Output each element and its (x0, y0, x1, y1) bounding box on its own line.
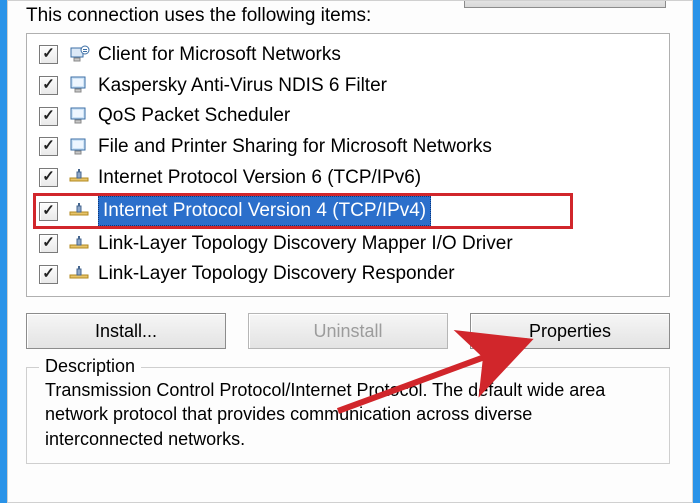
checkbox[interactable] (39, 76, 58, 95)
list-item[interactable]: Link-Layer Topology Discovery Mapper I/O… (33, 229, 663, 260)
list-item[interactable]: Internet Protocol Version 4 (TCP/IPv4) (33, 193, 573, 229)
dialog-window: This connection uses the following items… (0, 0, 700, 503)
list-item[interactable]: QoS Packet Scheduler (33, 101, 663, 132)
sched-icon (68, 105, 90, 127)
list-item-label: File and Printer Sharing for Microsoft N… (98, 134, 492, 160)
description-group: Description Transmission Control Protoco… (26, 367, 670, 464)
intro-label: This connection uses the following items… (26, 5, 674, 27)
dialog-body: This connection uses the following items… (7, 0, 693, 503)
list-item[interactable]: File and Printer Sharing for Microsoft N… (33, 132, 663, 163)
share-icon (68, 136, 90, 158)
network-items-list[interactable]: Client for Microsoft Networks Kaspersky A… (26, 33, 670, 297)
checkbox[interactable] (39, 45, 58, 64)
configure-button-fragment[interactable] (464, 1, 666, 8)
description-legend: Description (39, 356, 141, 377)
list-item-label: Kaspersky Anti-Virus NDIS 6 Filter (98, 73, 387, 99)
net-icon (68, 200, 90, 222)
checkbox[interactable] (39, 137, 58, 156)
client-icon (68, 44, 90, 66)
net-icon (68, 233, 90, 255)
list-item[interactable]: Link-Layer Topology Discovery Responder (33, 259, 663, 290)
list-item-label: Internet Protocol Version 6 (TCP/IPv6) (98, 165, 421, 191)
checkbox[interactable] (39, 234, 58, 253)
net-icon (68, 166, 90, 188)
checkbox[interactable] (39, 202, 58, 221)
list-item-label: Internet Protocol Version 4 (TCP/IPv4) (98, 196, 431, 226)
list-item-label: Link-Layer Topology Discovery Mapper I/O… (98, 231, 513, 257)
button-row: Install... Uninstall Properties (26, 313, 674, 349)
uninstall-button: Uninstall (248, 313, 448, 349)
install-button[interactable]: Install... (26, 313, 226, 349)
checkbox[interactable] (39, 168, 58, 187)
net-icon (68, 263, 90, 285)
list-item[interactable]: Client for Microsoft Networks (33, 40, 663, 71)
list-item-label: Client for Microsoft Networks (98, 42, 341, 68)
checkbox[interactable] (39, 107, 58, 126)
list-item[interactable]: Kaspersky Anti-Virus NDIS 6 Filter (33, 71, 663, 102)
filter-icon (68, 74, 90, 96)
list-item-label: QoS Packet Scheduler (98, 103, 290, 129)
properties-button[interactable]: Properties (470, 313, 670, 349)
list-item-label: Link-Layer Topology Discovery Responder (98, 261, 455, 287)
description-text: Transmission Control Protocol/Internet P… (45, 378, 655, 451)
list-item[interactable]: Internet Protocol Version 6 (TCP/IPv6) (33, 163, 663, 194)
checkbox[interactable] (39, 265, 58, 284)
